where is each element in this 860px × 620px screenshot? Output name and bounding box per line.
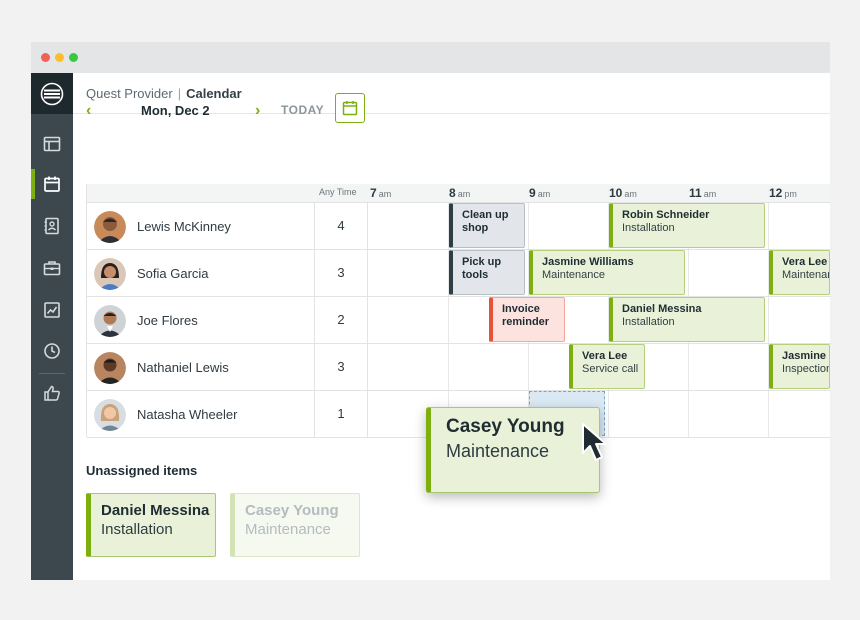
- previous-day-button[interactable]: ‹: [86, 102, 91, 120]
- schedule-header: Any Time 7 am 8 am 9 am 10 am 11 am 12 pm: [87, 184, 831, 203]
- calendar-event[interactable]: Invoice reminder: [489, 297, 565, 342]
- employee-name: Sofia Garcia: [137, 266, 209, 281]
- work-icon: [43, 261, 61, 276]
- timesheet-icon: [44, 343, 60, 359]
- reports-icon: [44, 302, 60, 318]
- date-picker-button[interactable]: [335, 93, 365, 123]
- date-navigation: ‹ Mon, Dec 2 › TODAY: [42, 72, 799, 142]
- window-titlebar: [31, 42, 830, 73]
- close-window-button[interactable]: [41, 53, 50, 62]
- mouse-cursor-icon: [582, 423, 607, 461]
- current-date: Mon, Dec 2: [141, 103, 210, 118]
- calendar-event[interactable]: Vera Lee Service call: [569, 344, 645, 389]
- next-day-button[interactable]: ›: [255, 102, 260, 120]
- any-time-count: 4: [314, 203, 368, 249]
- hour-header-8: 8 am: [449, 186, 471, 200]
- unassigned-item[interactable]: Daniel Messina Installation: [86, 493, 216, 557]
- calendar-icon: [342, 101, 358, 116]
- any-time-count: 3: [314, 250, 368, 296]
- avatar: [94, 258, 126, 290]
- any-time-count: 1: [314, 391, 368, 437]
- avatar: [94, 352, 126, 384]
- avatar: [94, 399, 126, 431]
- employee-name: Joe Flores: [137, 313, 198, 328]
- hour-header-11: 11 am: [689, 186, 717, 200]
- employee-name: Lewis McKinney: [137, 219, 231, 234]
- sidebar: [31, 73, 73, 580]
- sidebar-item-work[interactable]: [31, 249, 73, 287]
- calendar-event[interactable]: Daniel Messina Installation: [609, 297, 765, 342]
- dragging-visit-card[interactable]: Casey Young Maintenance: [426, 407, 600, 493]
- sidebar-item-calendar[interactable]: [31, 165, 73, 203]
- employee-row[interactable]: Nathaniel Lewis 3: [87, 344, 831, 391]
- maximize-window-button[interactable]: [69, 53, 78, 62]
- clients-icon: [44, 217, 59, 235]
- employee-name: Natasha Wheeler: [137, 407, 238, 422]
- hour-header-10: 10 am: [609, 186, 637, 200]
- calendar-event[interactable]: Pick up tools: [449, 250, 525, 295]
- unassigned-items-title: Unassigned items: [86, 463, 198, 478]
- employee-name: Nathaniel Lewis: [137, 360, 229, 375]
- minimize-window-button[interactable]: [55, 53, 64, 62]
- calendar-event[interactable]: Robin Schneider Installation: [609, 203, 765, 248]
- sidebar-item-clients[interactable]: [31, 207, 73, 245]
- calendar-event[interactable]: Jasmine WilliamsInspection: [769, 344, 830, 389]
- avatar: [94, 305, 126, 337]
- avatar: [94, 211, 126, 243]
- sidebar-item-reports[interactable]: [31, 291, 73, 329]
- any-time-count: 2: [314, 297, 368, 343]
- unassigned-item-placeholder: Casey Young Maintenance: [230, 493, 360, 557]
- hour-header-12: 12 pm: [769, 186, 797, 200]
- any-time-count: 3: [314, 344, 368, 390]
- calendar-event[interactable]: Vera LeeMaintenance: [769, 250, 830, 295]
- today-button[interactable]: TODAY: [281, 103, 324, 117]
- any-time-header: Any Time: [319, 187, 357, 197]
- thumbs-up-icon: [44, 385, 60, 401]
- calendar-event[interactable]: Jasmine Williams Maintenance: [529, 250, 685, 295]
- calendar-event[interactable]: Clean up shop: [449, 203, 525, 248]
- calendar-icon: [44, 176, 60, 192]
- hour-header-9: 9 am: [529, 186, 551, 200]
- sidebar-item-feedback[interactable]: [31, 374, 73, 412]
- sidebar-item-timesheets[interactable]: [31, 332, 73, 370]
- hour-header-7: 7 am: [370, 186, 392, 200]
